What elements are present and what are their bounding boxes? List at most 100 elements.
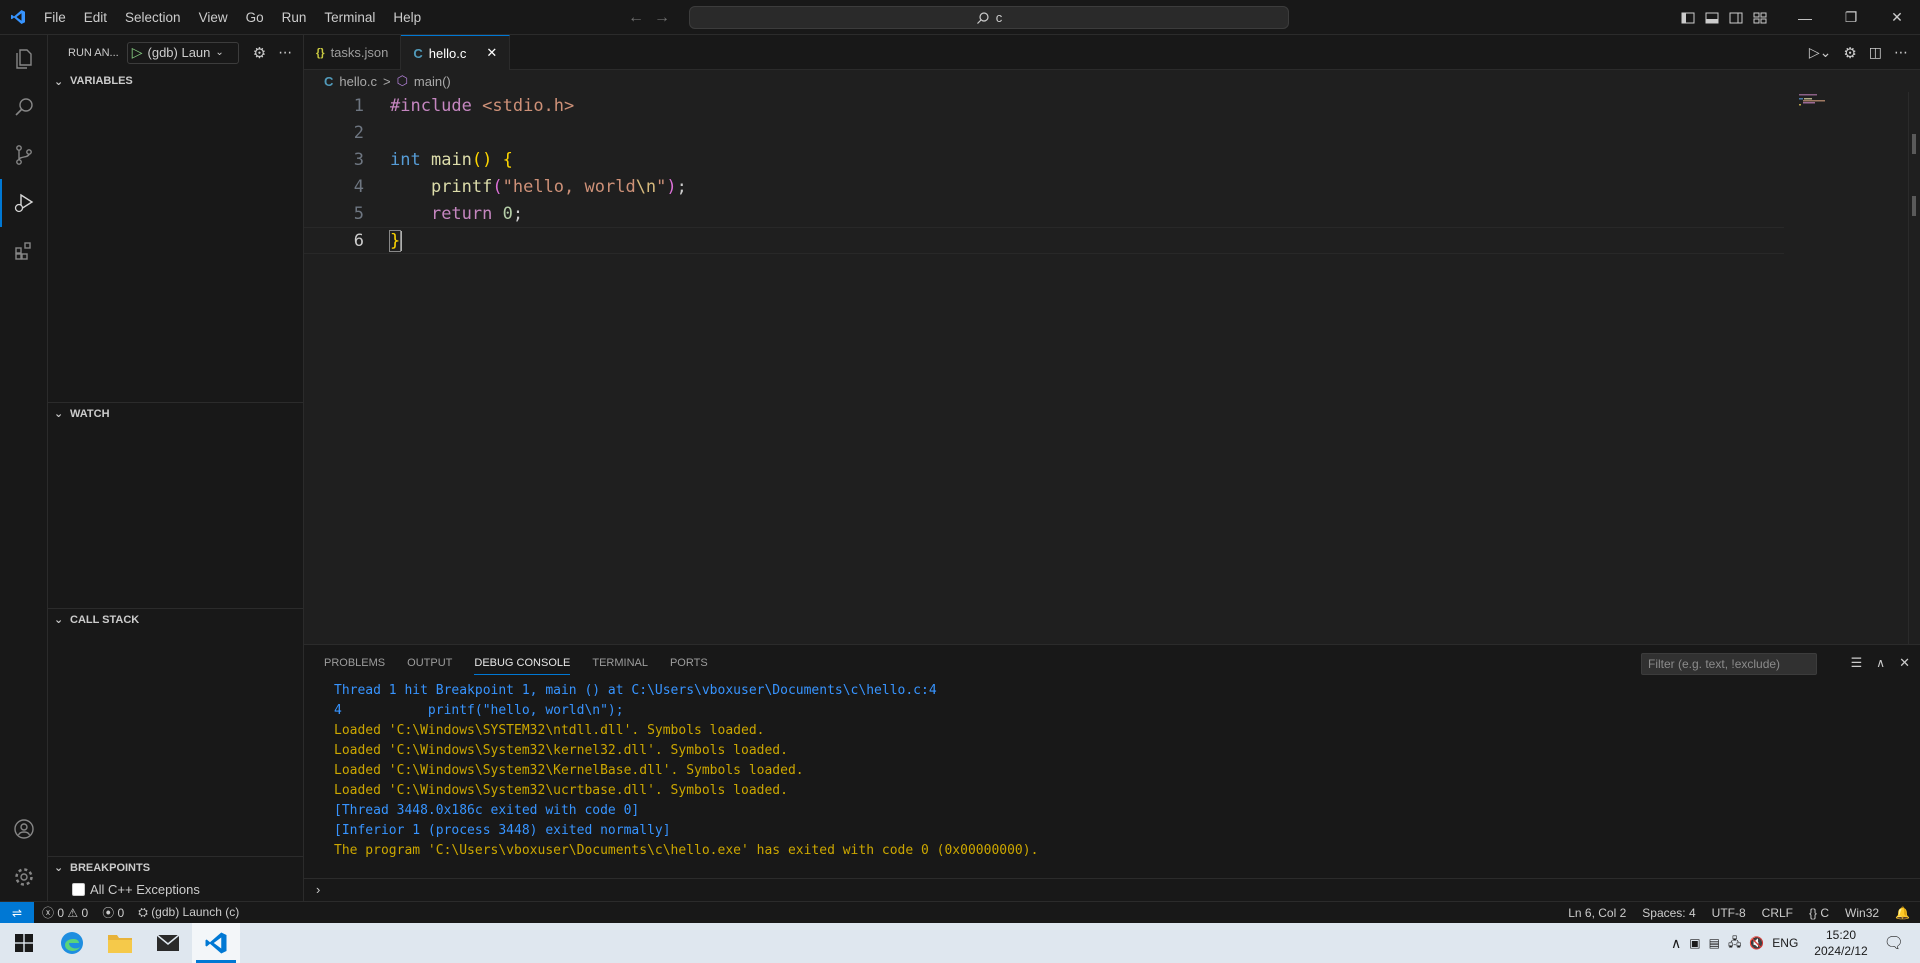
manage-gear-icon[interactable] [0,853,48,901]
command-center-search[interactable]: c [689,6,1289,29]
watch-section-header[interactable]: ⌄ WATCH [48,402,304,424]
console-line: Thread 1 hit Breakpoint 1, main () at C:… [334,683,937,698]
restore-icon[interactable]: ❐ [1828,0,1874,35]
menu-help[interactable]: Help [384,0,430,35]
language-mode[interactable]: {} C [1809,906,1829,920]
tab-hello-c[interactable]: C hello.c ✕ [401,35,511,70]
menu-go[interactable]: Go [237,0,273,35]
call-stack-section-header[interactable]: ⌄ CALL STACK [48,608,304,630]
chevron-up-icon[interactable]: ∧ [1671,935,1681,952]
tab-debug-console[interactable]: DEBUG CONSOLE [474,657,571,675]
open-launch-json-gear-icon[interactable]: ⚙ [253,44,266,62]
more-actions-icon[interactable]: ⋯ [278,44,292,61]
accounts-icon[interactable] [0,805,48,853]
code-line-2: 2 [304,119,1784,146]
code-text: } [388,229,403,252]
remote-indicator-icon[interactable]: ⇌ [0,901,34,924]
json-file-icon: {} [316,46,325,59]
close-window-icon[interactable]: ✕ [1874,0,1920,35]
layout-controls [1680,0,1768,35]
code-text: printf("hello, world\n"); [430,176,687,197]
activity-bar-bottom [0,805,48,901]
c-file-icon: C [324,73,334,89]
console-line: Loaded 'C:\Windows\SYSTEM32\ntdll.dll'. … [334,723,765,738]
customize-layout-icon[interactable] [1752,10,1768,26]
volume-muted-icon[interactable]: 🔇 [1749,936,1764,950]
configure-gear-icon[interactable]: ⚙ [1843,44,1856,62]
code-line-5: 5 return 0; [304,200,1784,227]
editor-scrollbar[interactable] [1908,92,1920,644]
clear-console-icon[interactable]: ☰ [1851,655,1863,671]
vscode-taskbar-icon[interactable] [192,923,240,963]
run-and-debug-icon[interactable] [0,179,48,227]
tab-problems[interactable]: PROBLEMS [324,657,385,669]
platform[interactable]: Win32 [1845,906,1879,920]
tab-tasks-json[interactable]: {} tasks.json [304,35,402,70]
close-panel-icon[interactable]: ✕ [1899,655,1910,671]
encoding[interactable]: UTF-8 [1712,906,1746,920]
debug-console-input[interactable]: › [304,878,1920,900]
close-tab-icon[interactable]: ✕ [486,45,497,61]
menu-terminal[interactable]: Terminal [315,0,384,35]
menu-view[interactable]: View [190,0,237,35]
breakpoints-section-header[interactable]: ⌄ BREAKPOINTS [48,856,304,878]
mail-icon[interactable] [144,923,192,963]
extensions-icon[interactable] [0,227,48,275]
network-icon[interactable]: 🖧 [1728,933,1741,954]
search-view-icon[interactable] [0,83,48,131]
breadcrumb-symbol[interactable]: main() [414,74,451,89]
more-actions-icon[interactable]: ⋯ [1894,44,1908,61]
debug-console-filter-input[interactable]: Filter (e.g. text, !exclude) [1641,653,1817,675]
arrow-left-icon[interactable]: ← [628,9,644,27]
cursor-position[interactable]: Ln 6, Col 2 [1568,906,1626,920]
tray-device-icon[interactable]: ▤ [1709,936,1720,950]
debug-config-dropdown[interactable]: ▷ (gdb) Laun ⌄ [126,41,239,64]
menu-selection[interactable]: Selection [116,0,190,35]
console-line: [Thread 3448.0x186c exited with code 0] [334,803,640,818]
code-editor[interactable]: 1 #include <stdio.h> 2 3 int main() { 4 … [304,92,1920,644]
tab-ports[interactable]: PORTS [670,657,708,669]
chevron-down-icon: ⌄ [54,408,64,420]
start-debugging-icon[interactable]: ▷ [132,44,143,61]
menu-run[interactable]: Run [273,0,316,35]
menu-file[interactable]: File [35,0,75,35]
run-debug-file-icon[interactable]: ▷⌄ [1809,44,1832,61]
toggle-panel-icon[interactable] [1704,10,1720,26]
menu-edit[interactable]: Edit [75,0,116,35]
end-of-line[interactable]: CRLF [1762,906,1793,920]
clock[interactable]: 15:20 2024/2/12 [1814,927,1867,959]
minimap[interactable] [1793,92,1913,644]
scrollbar-marker [1912,134,1916,154]
tray-app-icon[interactable]: ▣ [1689,936,1700,950]
breadcrumb-file[interactable]: hello.c [339,74,377,89]
chevron-down-icon: ⌄ [54,75,64,88]
toggle-primary-sidebar-icon[interactable] [1680,10,1696,26]
edge-browser-icon[interactable] [48,923,96,963]
maximize-panel-icon[interactable]: ∧ [1876,656,1885,670]
tab-output[interactable]: OUTPUT [407,657,452,669]
variables-section-header[interactable]: ⌄ VARIABLES [48,70,304,92]
call-stack-section-title: CALL STACK [70,613,140,626]
symbol-method-icon: ⬡ [396,73,408,88]
file-explorer-icon[interactable] [96,923,144,963]
ports-status[interactable]: ⦿ 0 [102,904,124,921]
source-control-icon[interactable] [0,131,48,179]
vscode-logo-icon [0,0,35,35]
chevron-down-icon: ⌄ [54,614,64,626]
split-editor-icon[interactable]: ◫ [1869,44,1882,61]
explorer-icon[interactable] [0,35,48,83]
windows-start-icon[interactable] [0,923,48,963]
tab-terminal[interactable]: TERMINAL [592,657,648,669]
notification-center-icon[interactable]: 🗨 [1884,933,1904,953]
notifications-bell-icon[interactable]: 🔔 [1895,906,1910,920]
breakpoint-label: All C++ Exceptions [90,881,200,897]
windows-taskbar: ∧ ▣ ▤ 🖧 🔇 ENG 15:20 2024/2/12 🗨 [0,923,1920,963]
toggle-secondary-sidebar-icon[interactable] [1728,10,1744,26]
problems-status[interactable]: ⓧ 0 ⚠ 0 [42,904,88,921]
indentation[interactable]: Spaces: 4 [1642,906,1695,920]
arrow-right-icon[interactable]: → [654,9,670,27]
minimize-icon[interactable]: — [1782,0,1828,35]
breakpoint-checkbox[interactable] [72,882,85,896]
input-language[interactable]: ENG [1772,936,1798,950]
debug-launch-status[interactable]: ⛭ (gdb) Launch (c) [138,905,239,920]
